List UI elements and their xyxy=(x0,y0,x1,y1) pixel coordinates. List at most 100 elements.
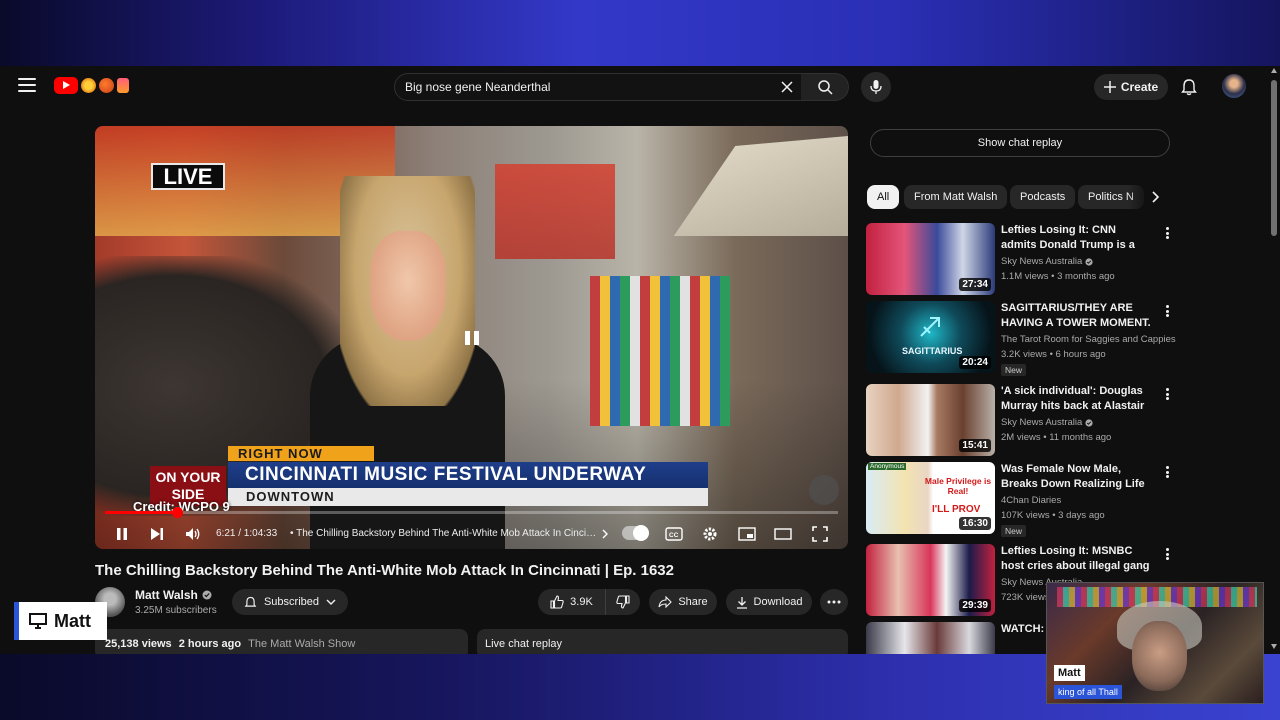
scroll-down-arrow-icon[interactable] xyxy=(1271,644,1277,649)
chapter-title[interactable]: • The Chilling Backstory Behind The Anti… xyxy=(290,528,598,539)
recommendation-title[interactable]: Was Female Now Male, Breaks Down Realizi… xyxy=(1001,462,1151,492)
download-button[interactable]: Download xyxy=(726,589,812,615)
like-button[interactable]: 3.9K xyxy=(538,589,606,615)
volume-button[interactable] xyxy=(182,523,204,545)
video-player[interactable]: LIVE ON YOUR SIDE RIGHT NOW CINCINNATI M… xyxy=(95,126,848,549)
new-badge: New xyxy=(1001,364,1027,376)
recommendation-thumbnail[interactable]: Anonymous Male Privilege is Real! I'LL P… xyxy=(866,462,995,534)
description-box[interactable]: 25,138 views 2 hours ago The Matt Walsh … xyxy=(95,629,468,654)
download-label: Download xyxy=(753,596,803,608)
more-vertical-icon[interactable] xyxy=(1162,464,1172,480)
dislike-button[interactable] xyxy=(606,589,640,615)
share-button[interactable]: Share xyxy=(649,589,717,615)
webcam-name-label: Matt xyxy=(1054,665,1085,681)
captions-icon: CC xyxy=(665,527,683,541)
scroll-up-arrow-icon[interactable] xyxy=(1271,68,1277,73)
headline-lower-third: CINCINNATI MUSIC FESTIVAL UNDERWAY xyxy=(228,462,708,488)
recommendation-thumbnail[interactable]: 29:39 xyxy=(866,544,995,616)
thumbnail-text-prove: I'LL PROV xyxy=(932,504,981,515)
notifications-bell-icon[interactable] xyxy=(1180,78,1198,96)
progress-scrubber-handle[interactable] xyxy=(171,507,183,518)
time-display: 6:21 / 1:04:33 xyxy=(216,528,278,539)
recommendation-title[interactable]: Lefties Losing It: CNN admits Donald Tru… xyxy=(1001,223,1151,253)
recommendation-item[interactable]: 27:34 Lefties Losing It: CNN admits Dona… xyxy=(866,223,1176,297)
voice-search-button[interactable] xyxy=(861,72,891,102)
miniplayer-button[interactable] xyxy=(736,523,758,545)
recommendation-thumbnail[interactable] xyxy=(866,622,995,654)
chapter-title-text: The Chilling Backstory Behind The Anti-W… xyxy=(296,528,598,539)
thumbs-up-icon xyxy=(550,595,564,609)
view-count: 25,138 views xyxy=(105,638,172,650)
more-vertical-icon[interactable] xyxy=(1162,546,1172,562)
recommendation-thumbnail[interactable]: SAGITTARIUS 20:24 xyxy=(866,301,995,373)
gear-icon xyxy=(703,527,717,541)
recommendation-item[interactable]: SAGITTARIUS 20:24 SAGITTARIUS/THEY ARE H… xyxy=(866,301,1176,376)
recommendation-title[interactable]: 'A sick individual': Douglas Murray hits… xyxy=(1001,384,1151,414)
recommendation-thumbnail[interactable]: 15:41 xyxy=(866,384,995,456)
channel-name[interactable]: Matt Walsh xyxy=(135,588,212,602)
recommendation-thumbnail[interactable]: 27:34 xyxy=(866,223,995,295)
duration-badge: 29:39 xyxy=(959,599,991,612)
search-box[interactable] xyxy=(394,73,802,101)
headline-subline: DOWNTOWN xyxy=(228,488,708,506)
search-button[interactable] xyxy=(801,73,849,101)
clear-search-icon[interactable] xyxy=(779,79,795,95)
chip-podcasts[interactable]: Podcasts xyxy=(1010,185,1076,209)
search-input[interactable] xyxy=(405,80,765,94)
miniplayer-icon xyxy=(738,527,756,541)
video-scene-clothes-rack xyxy=(590,276,730,426)
duration-badge: 27:34 xyxy=(959,278,991,291)
thumbnail-text-anonymous: Anonymous xyxy=(868,463,907,470)
youtube-logo[interactable] xyxy=(54,77,129,94)
create-button[interactable]: Create xyxy=(1094,74,1168,100)
more-vertical-icon[interactable] xyxy=(1162,303,1172,319)
streamer-name-text: Matt xyxy=(54,610,91,631)
recommendation-channel[interactable]: The Tarot Room for Saggies and Cappies xyxy=(1001,334,1176,345)
recommendation-channel[interactable]: 4Chan Diaries xyxy=(1001,495,1061,506)
thumbnail-text-male-privilege: Male Privilege is Real! xyxy=(924,476,992,496)
new-badge: New xyxy=(1001,525,1027,537)
channel-watermark[interactable] xyxy=(809,475,839,505)
more-vertical-icon[interactable] xyxy=(1162,386,1172,402)
menu-icon[interactable] xyxy=(18,78,36,94)
page-scrollbar[interactable] xyxy=(1268,66,1280,654)
recommendation-title[interactable]: Lefties Losing It: MSNBC host cries abou… xyxy=(1001,544,1151,574)
autoplay-toggle[interactable] xyxy=(622,525,649,541)
chip-from-matt-walsh[interactable]: From Matt Walsh xyxy=(904,185,1008,209)
settings-button[interactable] xyxy=(699,523,721,545)
microphone-icon xyxy=(870,80,882,94)
theater-mode-button[interactable] xyxy=(772,523,794,545)
live-chat-replay-panel[interactable]: Live chat replay xyxy=(477,629,848,654)
recommendation-meta: 2M views • 11 months ago xyxy=(1001,432,1112,443)
recommendation-meta: 3.2K views • 6 hours ago xyxy=(1001,349,1106,360)
bell-icon xyxy=(244,596,257,607)
show-link[interactable]: The Matt Walsh Show xyxy=(248,638,355,650)
subscribed-button[interactable]: Subscribed xyxy=(232,589,348,615)
chevron-right-icon[interactable] xyxy=(1146,188,1164,206)
recommendation-title[interactable]: SAGITTARIUS/THEY ARE HAVING A TOWER MOME… xyxy=(1001,301,1151,331)
center-pause-icon[interactable] xyxy=(458,324,486,352)
progress-bar[interactable] xyxy=(105,507,838,518)
recommendation-channel[interactable]: Sky News Australia xyxy=(1001,256,1093,267)
recommendation-channel[interactable]: Sky News Australia xyxy=(1001,417,1093,428)
chapter-chevron-icon[interactable] xyxy=(601,529,609,539)
like-count: 3.9K xyxy=(570,596,593,608)
more-vertical-icon[interactable] xyxy=(1162,225,1172,241)
captions-button[interactable]: CC xyxy=(663,523,685,545)
recommendation-meta: 723K views xyxy=(1001,592,1050,603)
duration-badge: 15:41 xyxy=(959,439,991,452)
recommendation-item[interactable]: 15:41 'A sick individual': Douglas Murra… xyxy=(866,384,1176,458)
recommendation-channel-name: The Tarot Room for Saggies and Cappies xyxy=(1001,334,1176,345)
next-icon xyxy=(151,528,163,540)
next-button[interactable] xyxy=(146,523,168,545)
recommendation-item[interactable]: Anonymous Male Privilege is Real! I'LL P… xyxy=(866,462,1176,537)
more-horizontal-icon xyxy=(827,600,841,604)
fullscreen-button[interactable] xyxy=(809,523,831,545)
video-scene-tent xyxy=(673,136,848,236)
more-actions-button[interactable] xyxy=(820,589,848,615)
show-chat-replay-button[interactable]: Show chat replay xyxy=(870,129,1170,157)
account-avatar[interactable] xyxy=(1222,74,1246,98)
scroll-thumb[interactable] xyxy=(1271,80,1277,236)
chip-all[interactable]: All xyxy=(867,185,900,209)
pause-button[interactable] xyxy=(111,523,133,545)
